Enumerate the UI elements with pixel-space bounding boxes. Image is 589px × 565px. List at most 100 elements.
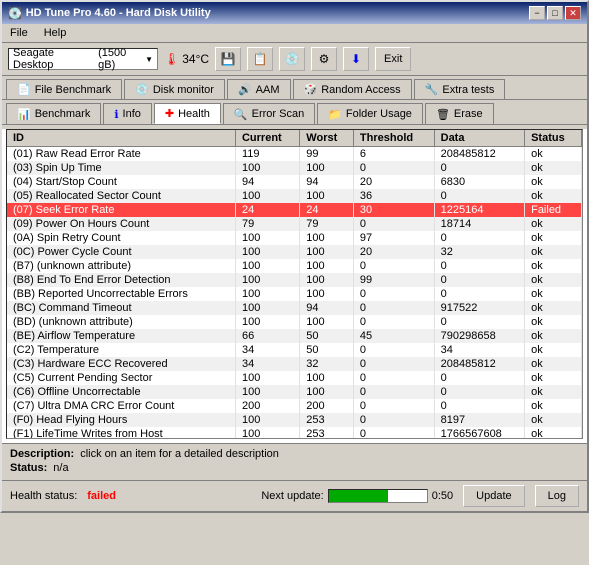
cell-worst: 253 bbox=[300, 427, 354, 439]
cell-data: 1766567608 bbox=[434, 427, 524, 439]
update-button[interactable]: Update bbox=[463, 485, 524, 507]
col-data: Data bbox=[434, 130, 524, 147]
smart-table-container[interactable]: ID Current Worst Threshold Data Status (… bbox=[6, 129, 583, 439]
cell-id: (F0) Head Flying Hours bbox=[7, 413, 235, 427]
cell-data: 32 bbox=[434, 245, 524, 259]
disk-button[interactable]: 💿 bbox=[279, 47, 305, 71]
table-row[interactable]: (0C) Power Cycle Count1001002032ok bbox=[7, 245, 582, 259]
cell-id: (BB) Reported Uncorrectable Errors bbox=[7, 287, 235, 301]
cell-status: ok bbox=[525, 245, 582, 259]
tab-file-benchmark[interactable]: 📄 File Benchmark bbox=[6, 79, 122, 99]
table-row[interactable]: (BE) Airflow Temperature665045790298658o… bbox=[7, 329, 582, 343]
table-row[interactable]: (07) Seek Error Rate2424301225164Failed bbox=[7, 203, 582, 217]
cell-worst: 24 bbox=[300, 203, 354, 217]
cell-worst: 100 bbox=[300, 315, 354, 329]
settings-button[interactable]: ⚙ bbox=[311, 47, 337, 71]
table-row[interactable]: (C5) Current Pending Sector10010000ok bbox=[7, 371, 582, 385]
cell-id: (09) Power On Hours Count bbox=[7, 217, 235, 231]
cell-worst: 94 bbox=[300, 301, 354, 315]
tab-benchmark[interactable]: 📊 Benchmark bbox=[6, 103, 101, 124]
table-row[interactable]: (09) Power On Hours Count7979018714ok bbox=[7, 217, 582, 231]
tab-error-scan[interactable]: 🔍 Error Scan bbox=[223, 103, 315, 124]
cell-current: 100 bbox=[235, 315, 299, 329]
exit-button[interactable]: Exit bbox=[375, 47, 411, 71]
cell-current: 100 bbox=[235, 413, 299, 427]
disk-monitor-icon: 💿 bbox=[135, 83, 149, 96]
erase-icon: 🗑 bbox=[436, 108, 450, 121]
table-row[interactable]: (BB) Reported Uncorrectable Errors100100… bbox=[7, 287, 582, 301]
cell-worst: 32 bbox=[300, 357, 354, 371]
time-value: 0:50 bbox=[432, 490, 453, 502]
status-bar: Health status: failed Next update: 0:50 … bbox=[2, 480, 587, 511]
tab-aam[interactable]: 🔊 AAM bbox=[227, 79, 291, 99]
cell-id: (C3) Hardware ECC Recovered bbox=[7, 357, 235, 371]
table-row[interactable]: (04) Start/Stop Count9494206830ok bbox=[7, 175, 582, 189]
drive-name: Seagate Desktop bbox=[13, 47, 95, 71]
save-button[interactable]: 💾 bbox=[215, 47, 241, 71]
table-row[interactable]: (F0) Head Flying Hours10025308197ok bbox=[7, 413, 582, 427]
cell-data: 0 bbox=[434, 315, 524, 329]
cell-id: (BD) (unknown attribute) bbox=[7, 315, 235, 329]
cell-id: (B7) (unknown attribute) bbox=[7, 259, 235, 273]
next-update-label: Next update: bbox=[261, 490, 323, 502]
tab-random-access[interactable]: 🎲 Random Access bbox=[293, 79, 412, 99]
cell-data: 0 bbox=[434, 287, 524, 301]
tab-erase[interactable]: 🗑 Erase bbox=[425, 103, 494, 124]
cell-threshold: 0 bbox=[353, 385, 434, 399]
toolbar: Seagate Desktop (1500 gB) ▼ 🌡 34°C 💾 📋 💿… bbox=[2, 43, 587, 76]
menu-file[interactable]: File bbox=[6, 26, 32, 40]
table-row[interactable]: (C6) Offline Uncorrectable10010000ok bbox=[7, 385, 582, 399]
log-button[interactable]: Log bbox=[535, 485, 579, 507]
table-row[interactable]: (C2) Temperature3450034ok bbox=[7, 343, 582, 357]
cell-current: 34 bbox=[235, 357, 299, 371]
cell-worst: 50 bbox=[300, 343, 354, 357]
progress-bar bbox=[328, 489, 428, 503]
cell-current: 100 bbox=[235, 231, 299, 245]
cell-data: 0 bbox=[434, 259, 524, 273]
table-row[interactable]: (0A) Spin Retry Count100100970ok bbox=[7, 231, 582, 245]
cell-threshold: 0 bbox=[353, 343, 434, 357]
cell-threshold: 0 bbox=[353, 287, 434, 301]
table-row[interactable]: (B7) (unknown attribute)10010000ok bbox=[7, 259, 582, 273]
maximize-button[interactable]: □ bbox=[547, 6, 563, 20]
file-benchmark-icon: 📄 bbox=[17, 83, 31, 96]
tab-folder-usage[interactable]: 📁 Folder Usage bbox=[317, 103, 423, 124]
table-row[interactable]: (03) Spin Up Time10010000ok bbox=[7, 161, 582, 175]
cell-status: ok bbox=[525, 175, 582, 189]
tab-extra-tests[interactable]: 🔧 Extra tests bbox=[414, 79, 506, 99]
thermometer-icon: 🌡 bbox=[164, 52, 179, 66]
table-row[interactable]: (05) Reallocated Sector Count100100360ok bbox=[7, 189, 582, 203]
table-row[interactable]: (C7) Ultra DMA CRC Error Count20020000ok bbox=[7, 399, 582, 413]
cell-worst: 99 bbox=[300, 147, 354, 162]
table-row[interactable]: (BC) Command Timeout100940917522ok bbox=[7, 301, 582, 315]
cell-threshold: 0 bbox=[353, 301, 434, 315]
menu-help[interactable]: Help bbox=[40, 26, 71, 40]
table-row[interactable]: (B8) End To End Error Detection100100990… bbox=[7, 273, 582, 287]
drive-selector[interactable]: Seagate Desktop (1500 gB) ▼ bbox=[8, 48, 158, 70]
table-row[interactable]: (01) Raw Read Error Rate119996208485812o… bbox=[7, 147, 582, 162]
tab-info[interactable]: ℹ Info bbox=[103, 103, 152, 124]
cell-worst: 100 bbox=[300, 259, 354, 273]
table-row[interactable]: (F1) LifeTime Writes from Host1002530176… bbox=[7, 427, 582, 439]
cell-data: 208485812 bbox=[434, 147, 524, 162]
cell-data: 0 bbox=[434, 189, 524, 203]
tab-disk-monitor[interactable]: 💿 Disk monitor bbox=[124, 79, 225, 99]
cell-data: 18714 bbox=[434, 217, 524, 231]
cell-current: 100 bbox=[235, 259, 299, 273]
cell-current: 100 bbox=[235, 385, 299, 399]
tab-health[interactable]: ✚ Health bbox=[154, 103, 221, 124]
table-row[interactable]: (C3) Hardware ECC Recovered3432020848581… bbox=[7, 357, 582, 371]
cell-data: 208485812 bbox=[434, 357, 524, 371]
cell-threshold: 0 bbox=[353, 315, 434, 329]
download-button[interactable]: ⬇ bbox=[343, 47, 369, 71]
table-row[interactable]: (BD) (unknown attribute)10010000ok bbox=[7, 315, 582, 329]
cell-status: ok bbox=[525, 189, 582, 203]
minimize-button[interactable]: − bbox=[529, 6, 545, 20]
cell-threshold: 30 bbox=[353, 203, 434, 217]
cell-id: (C2) Temperature bbox=[7, 343, 235, 357]
copy-button[interactable]: 📋 bbox=[247, 47, 273, 71]
cell-worst: 200 bbox=[300, 399, 354, 413]
col-current: Current bbox=[235, 130, 299, 147]
cell-data: 0 bbox=[434, 231, 524, 245]
close-button[interactable]: ✕ bbox=[565, 6, 581, 20]
